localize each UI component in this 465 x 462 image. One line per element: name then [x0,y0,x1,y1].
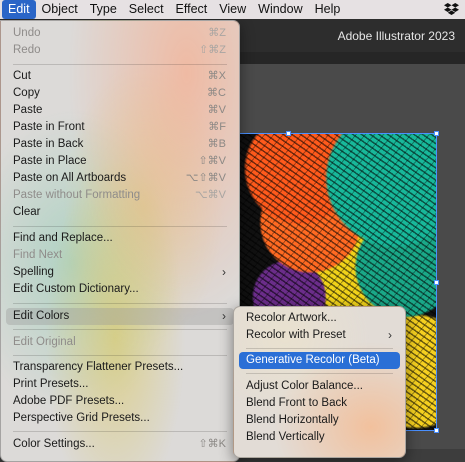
menu-item-edit-original[interactable]: Edit Original [6,334,234,351]
menu-separator [13,226,227,227]
menu-item-adjust-color-balance[interactable]: Adjust Color Balance... [239,378,400,395]
selection-handle[interactable] [434,280,439,285]
menu-separator [246,373,393,374]
menu-select[interactable]: Select [123,0,170,19]
chevron-right-icon: › [222,309,226,323]
menu-item-spelling[interactable]: Spelling › [6,264,234,281]
menu-item-paste-in-place[interactable]: Paste in Place ⇧⌘V [6,153,234,170]
selection-handle[interactable] [434,428,439,433]
menu-type[interactable]: Type [84,0,123,19]
menu-item-clear[interactable]: Clear [6,204,234,221]
menu-item-blend-front-to-back[interactable]: Blend Front to Back [239,395,400,412]
menu-item-paste-without-formatting[interactable]: Paste without Formatting ⌥⌘V [6,187,234,204]
menu-item-paste-in-back[interactable]: Paste in Back ⌘B [6,136,234,153]
menu-item-color-settings[interactable]: Color Settings... ⇧⌘K [6,436,234,453]
menu-separator [13,355,227,356]
menu-item-pdf-presets[interactable]: Adobe PDF Presets... [6,393,234,410]
menu-window[interactable]: Window [252,0,308,19]
menu-separator [13,431,227,432]
menu-item-redo[interactable]: Redo ⇧⌘Z [6,42,234,59]
menu-separator [13,64,227,65]
menu-item-recolor-with-preset[interactable]: Recolor with Preset › [239,327,400,344]
menu-edit[interactable]: Edit [2,0,36,19]
chevron-right-icon: › [222,265,226,279]
menu-effect[interactable]: Effect [170,0,214,19]
menu-item-paste-in-front[interactable]: Paste in Front ⌘F [6,119,234,136]
menu-object[interactable]: Object [36,0,84,19]
menu-item-copy[interactable]: Copy ⌘C [6,85,234,102]
menu-item-recolor-artwork[interactable]: Recolor Artwork... [239,310,400,327]
selection-handle[interactable] [286,131,291,136]
menu-item-edit-colors[interactable]: Edit Colors › [6,308,234,325]
menu-item-paste-all-artboards[interactable]: Paste on All Artboards ⌥⇧⌘V [6,170,234,187]
chevron-right-icon: › [388,328,392,342]
app-title: Adobe Illustrator 2023 [337,29,455,43]
menu-item-perspective-grid-presets[interactable]: Perspective Grid Presets... [6,410,234,427]
menu-item-undo[interactable]: Undo ⌘Z [6,25,234,42]
menu-item-find-replace[interactable]: Find and Replace... [6,230,234,247]
menu-item-generative-recolor[interactable]: Generative Recolor (Beta) [239,352,400,369]
menu-bar: Edit Object Type Select Effect View Wind… [0,0,465,19]
menu-separator [246,348,393,349]
menu-item-blend-vertically[interactable]: Blend Vertically [239,429,400,446]
dropbox-icon[interactable] [444,2,459,16]
edit-colors-submenu: Recolor Artwork... Recolor with Preset › … [233,306,406,458]
menu-item-cut[interactable]: Cut ⌘X [6,68,234,85]
selection-handle[interactable] [434,131,439,136]
edit-menu: Undo ⌘Z Redo ⇧⌘Z Cut ⌘X Copy ⌘C Paste ⌘V Past… [0,20,240,462]
menu-item-print-presets[interactable]: Print Presets... [6,376,234,393]
menu-item-find-next[interactable]: Find Next [6,247,234,264]
menu-item-paste[interactable]: Paste ⌘V [6,102,234,119]
menu-item-transparency-flattener-presets[interactable]: Transparency Flattener Presets... [6,359,234,376]
menu-separator [13,303,227,304]
menu-separator [13,329,227,330]
menu-item-blend-horizontally[interactable]: Blend Horizontally [239,412,400,429]
menu-item-edit-custom-dictionary[interactable]: Edit Custom Dictionary... [6,281,234,298]
menu-help[interactable]: Help [309,0,347,19]
menu-view[interactable]: View [213,0,252,19]
